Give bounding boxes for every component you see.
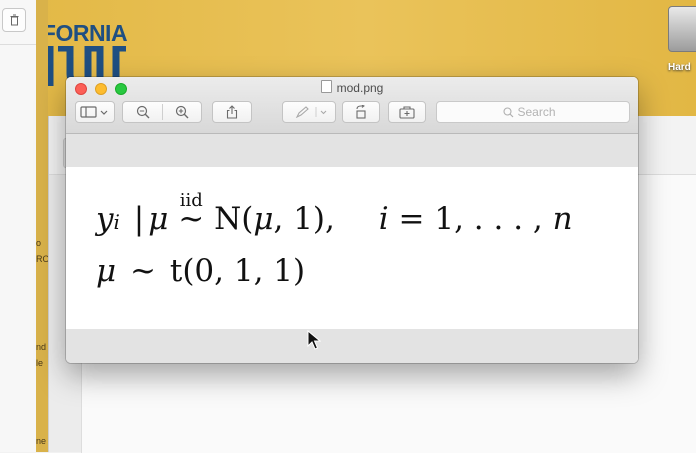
zoom-control [122, 101, 202, 123]
background-window-left [0, 0, 37, 452]
strip-text: o [36, 238, 42, 248]
equation-line-2: μ ~ t(0, 1, 1) [96, 251, 305, 291]
math-symbol: ~ [130, 253, 156, 289]
math-symbol: , 1), [273, 201, 335, 237]
toolbox-button[interactable] [388, 101, 426, 123]
zoom-in-button[interactable] [162, 105, 201, 119]
share-icon [226, 105, 238, 119]
image-content: yi | μ iid ~ N(μ, 1), i = 1, . . . , n μ ~… [66, 167, 638, 329]
image-canvas-margin-top [66, 134, 638, 167]
math-symbol: = 1, . . . , [398, 201, 543, 237]
math-overscript: iid [179, 190, 203, 211]
equation-line-1: yi | μ iid ~ N(μ, 1), i = 1, . . . , n [96, 190, 573, 242]
math-symbol: y [96, 201, 114, 237]
image-canvas-margin-bottom [66, 329, 638, 363]
window-title-text: mod.png [336, 81, 384, 95]
strip-text: nd [36, 342, 47, 352]
search-icon [502, 106, 513, 117]
math-symbol: μ [253, 201, 274, 237]
search-field[interactable] [436, 101, 630, 123]
document-icon [320, 80, 332, 93]
rotate-button[interactable] [342, 101, 380, 123]
math-symbol: μ [96, 253, 117, 289]
rotate-icon [356, 105, 366, 119]
strip-text: ne [36, 436, 47, 446]
wallpaper-logo-text: IFORNIA [36, 20, 128, 46]
share-button[interactable] [212, 101, 252, 123]
math-symbol: N( [214, 201, 254, 237]
math-symbol: n [552, 201, 573, 237]
iid-tilde: iid ~ [178, 190, 204, 239]
sidebar-icon [80, 106, 108, 118]
toolbox-icon [399, 106, 415, 119]
preview-window: mod.png Search yi | μ iid ~ N(μ, 1), i =… [66, 77, 638, 363]
strip-text: le [36, 358, 44, 368]
hard-drive-label[interactable]: Hard [668, 62, 691, 73]
mouse-cursor-icon [307, 330, 321, 350]
math-symbol: μ [148, 201, 169, 237]
divider [162, 104, 163, 120]
sidebar-view-button[interactable] [75, 101, 115, 123]
background-window-strip [36, 0, 48, 452]
zoom-out-button[interactable] [123, 105, 162, 119]
math-symbol: i [378, 201, 389, 237]
trash-icon[interactable] [2, 8, 26, 32]
divider [0, 44, 36, 45]
zoom-in-icon [175, 105, 188, 119]
math-subscript: i [113, 210, 120, 234]
math-symbol: t(0, 1, 1) [169, 253, 306, 289]
markup-button[interactable] [282, 101, 336, 123]
titlebar: mod.png [66, 77, 638, 134]
search-input[interactable] [517, 105, 564, 119]
wallpaper-decoration [211, 12, 228, 59]
math-symbol: | [133, 201, 145, 237]
zoom-out-icon [136, 105, 149, 119]
window-title: mod.png [66, 80, 638, 96]
hard-drive-icon[interactable] [668, 6, 696, 52]
pen-icon [295, 106, 327, 118]
